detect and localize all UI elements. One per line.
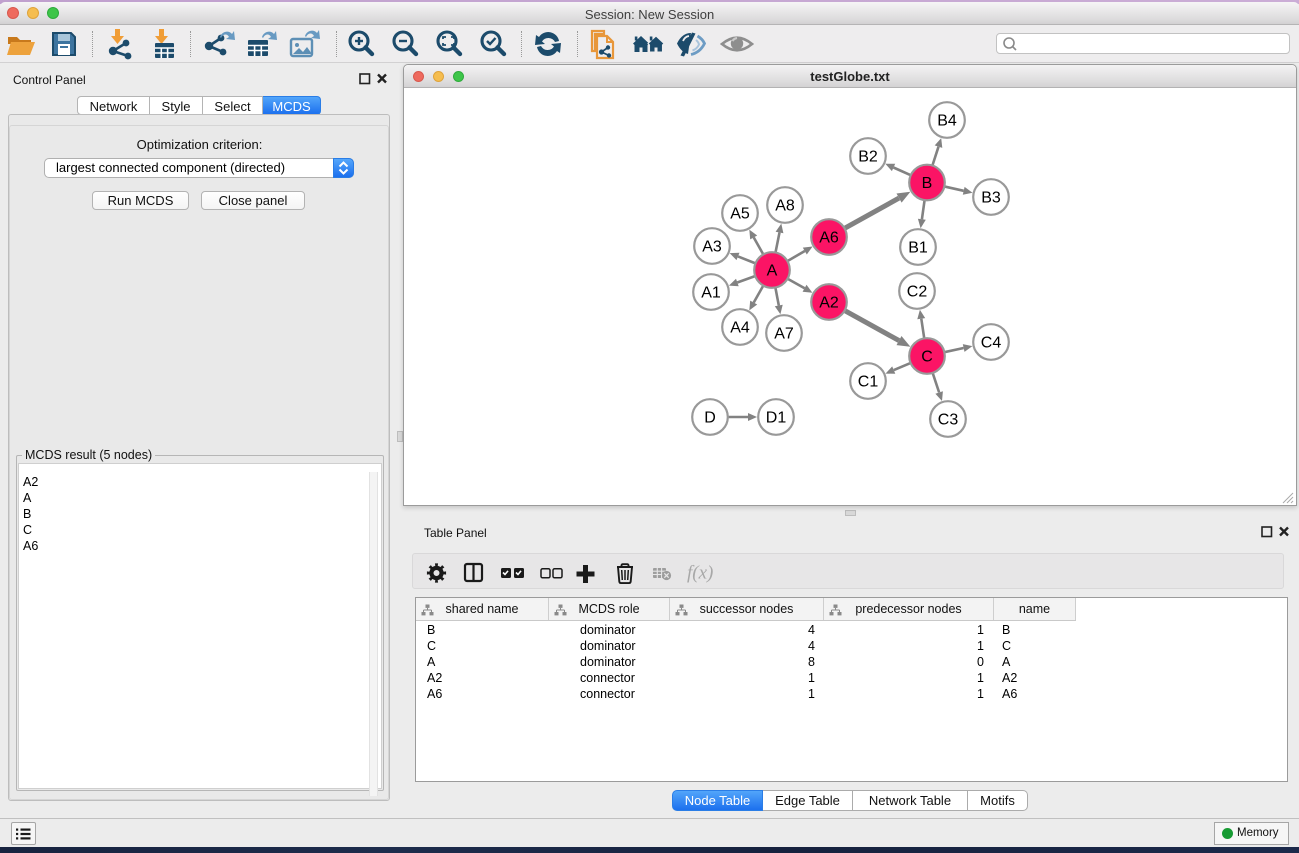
svg-text:A8: A8 [775, 198, 795, 215]
svg-text:A4: A4 [730, 320, 750, 337]
svg-text:B1: B1 [908, 240, 928, 257]
svg-text:A5: A5 [730, 206, 750, 223]
svg-text:A2: A2 [819, 295, 839, 312]
svg-text:C1: C1 [858, 374, 879, 391]
svg-text:B: B [922, 175, 933, 192]
svg-text:A6: A6 [819, 230, 839, 247]
svg-text:A1: A1 [701, 285, 721, 302]
svg-text:B3: B3 [981, 190, 1001, 207]
svg-text:C: C [921, 349, 933, 366]
svg-text:A: A [767, 263, 778, 280]
svg-text:A7: A7 [774, 326, 794, 343]
svg-text:A3: A3 [702, 239, 722, 256]
svg-text:B2: B2 [858, 149, 878, 166]
svg-text:B4: B4 [937, 113, 957, 130]
svg-text:f(x): f(x) [687, 563, 713, 584]
svg-text:C4: C4 [981, 335, 1002, 352]
svg-text:D1: D1 [766, 410, 787, 427]
svg-text:C3: C3 [938, 412, 959, 429]
svg-text:D: D [704, 410, 716, 427]
svg-text:C2: C2 [907, 284, 928, 301]
